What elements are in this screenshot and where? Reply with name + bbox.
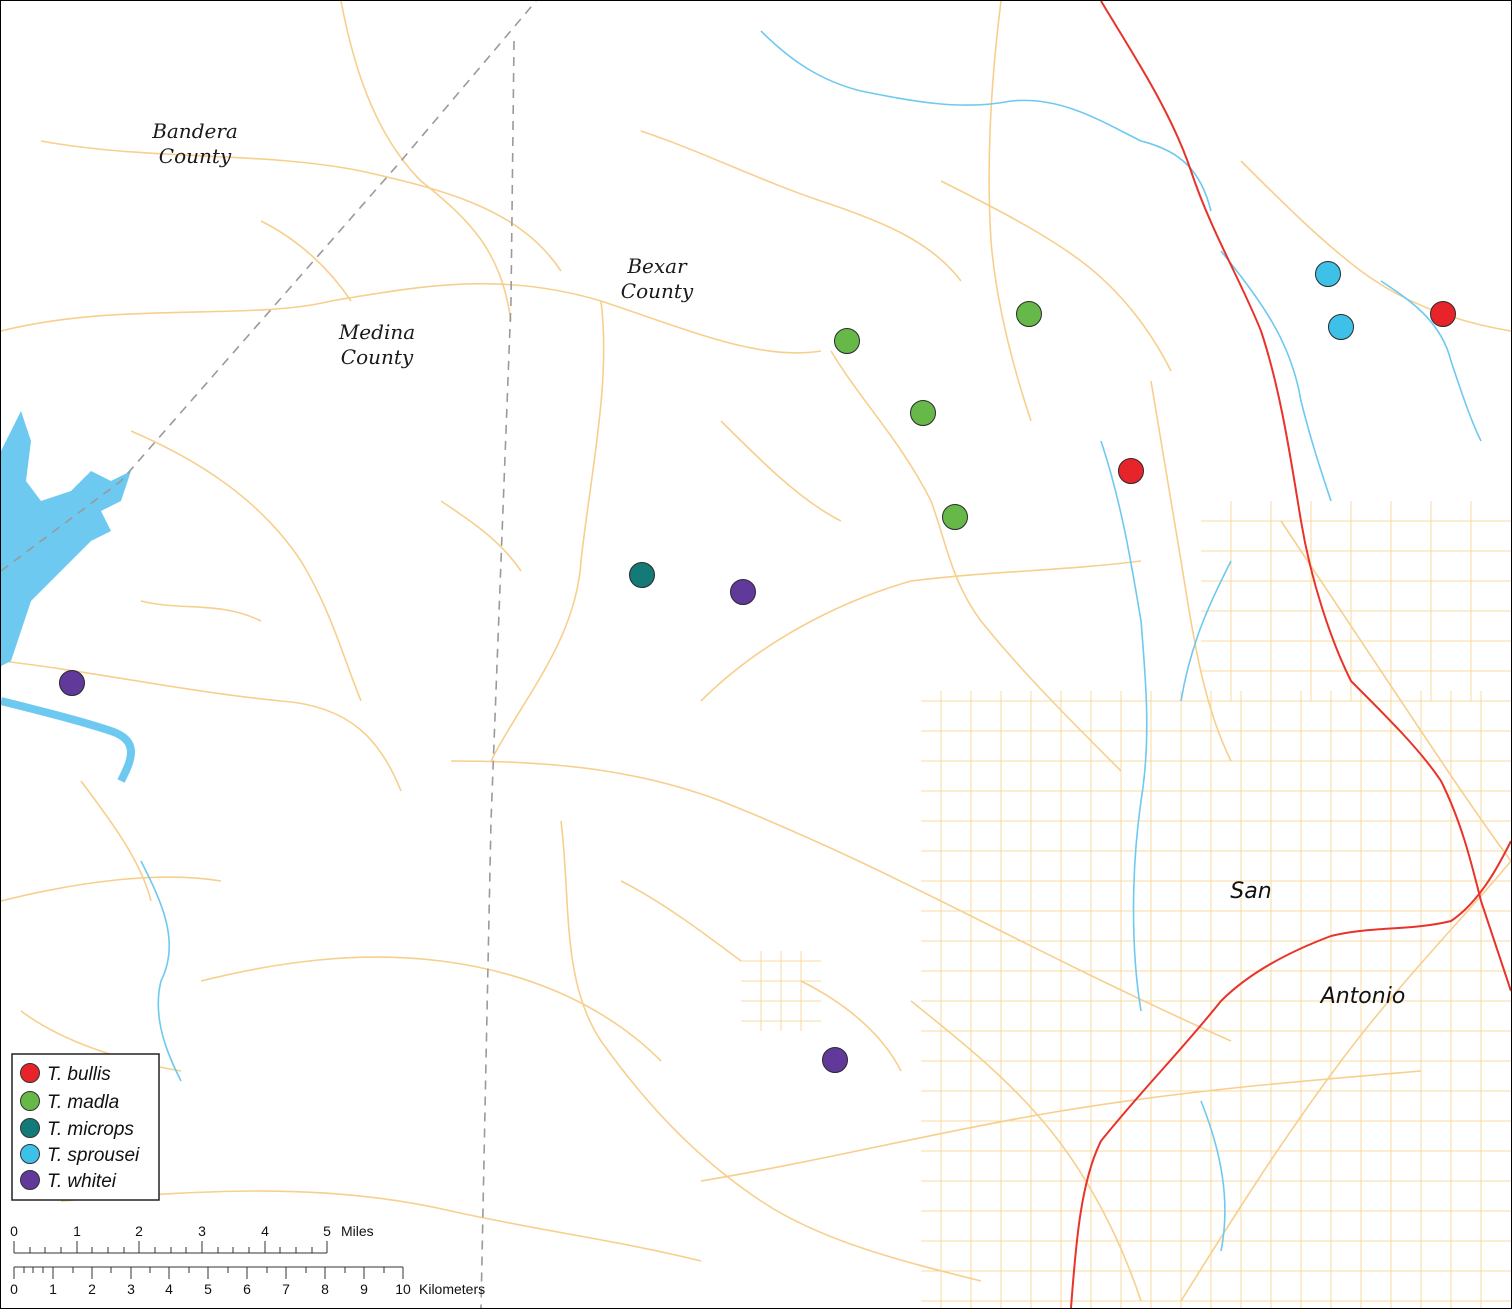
- svg-text:6: 6: [243, 1281, 251, 1297]
- label-bexar-county: Bexar County: [621, 254, 694, 303]
- svg-text:3: 3: [127, 1281, 135, 1297]
- svg-text:9: 9: [360, 1281, 368, 1297]
- red-dot-icon: [20, 1063, 40, 1083]
- scale-bar: [13, 1241, 404, 1279]
- label-bandera-county: Bandera County: [151, 119, 238, 168]
- svg-text:T. whitei: T. whitei: [47, 1171, 117, 1192]
- svg-text:0: 0: [10, 1223, 18, 1239]
- map-canvas: Bandera County Medina County Bexar Count…: [1, 1, 1511, 1308]
- svg-text:5: 5: [323, 1223, 331, 1239]
- marker-t-bullis[interactable]: [1118, 458, 1144, 484]
- species-markers: [59, 261, 1456, 1073]
- scale-bar-km-labels: 0 1 2 3 4 5 6 7 8 9 10 Kilometers: [10, 1281, 485, 1297]
- label-san: San: [1230, 879, 1271, 904]
- cyan-dot-icon: [20, 1144, 40, 1164]
- label-antonio: Antonio: [1319, 984, 1406, 1009]
- marker-t-whitei[interactable]: [822, 1047, 848, 1073]
- marker-t-madla[interactable]: [910, 400, 936, 426]
- svg-text:2: 2: [88, 1281, 96, 1297]
- svg-text:Medina: Medina: [338, 320, 415, 344]
- svg-text:Kilometers: Kilometers: [419, 1281, 485, 1297]
- lake-outflow: [1, 697, 135, 783]
- svg-text:Bexar: Bexar: [626, 254, 688, 278]
- svg-text:County: County: [159, 144, 232, 168]
- svg-text:County: County: [341, 345, 414, 369]
- svg-text:Bandera: Bandera: [151, 119, 238, 143]
- teal-dot-icon: [20, 1118, 40, 1138]
- svg-text:10: 10: [395, 1281, 411, 1297]
- map: Bandera County Medina County Bexar Count…: [0, 0, 1512, 1309]
- svg-text:1: 1: [73, 1223, 81, 1239]
- svg-text:T. microps: T. microps: [47, 1119, 134, 1140]
- scale-bar-miles-labels: 0 1 2 3 4 5 Miles: [10, 1223, 374, 1239]
- marker-t-sprousei[interactable]: [1328, 314, 1354, 340]
- svg-text:T. bullis: T. bullis: [47, 1064, 111, 1085]
- svg-text:County: County: [621, 279, 694, 303]
- svg-text:T. sprousei: T. sprousei: [47, 1145, 140, 1166]
- svg-text:4: 4: [261, 1223, 269, 1239]
- svg-text:T. madla: T. madla: [47, 1092, 119, 1113]
- svg-text:0: 0: [10, 1281, 18, 1297]
- marker-t-microps[interactable]: [629, 562, 655, 588]
- legend: T. bullis T. madla T. microps T. sprouse…: [11, 1053, 160, 1201]
- svg-text:2: 2: [135, 1223, 143, 1239]
- svg-text:8: 8: [321, 1281, 329, 1297]
- road-network: [1, 1, 1511, 1302]
- lake-shape: [1, 411, 131, 666]
- svg-text:5: 5: [204, 1281, 212, 1297]
- green-dot-icon: [20, 1091, 40, 1111]
- highways: [1070, 1, 1511, 1308]
- marker-t-madla[interactable]: [1016, 301, 1042, 327]
- svg-text:3: 3: [198, 1223, 206, 1239]
- label-medina-county: Medina County: [338, 320, 415, 369]
- marker-t-sprousei[interactable]: [1315, 261, 1341, 287]
- svg-text:7: 7: [282, 1281, 290, 1297]
- marker-t-whitei[interactable]: [59, 670, 85, 696]
- marker-t-madla[interactable]: [834, 328, 860, 354]
- marker-t-bullis[interactable]: [1430, 301, 1456, 327]
- svg-text:Miles: Miles: [341, 1223, 374, 1239]
- marker-t-whitei[interactable]: [730, 579, 756, 605]
- svg-text:1: 1: [49, 1281, 57, 1297]
- purple-dot-icon: [20, 1170, 40, 1190]
- urban-grid: [741, 501, 1511, 1308]
- svg-text:4: 4: [165, 1281, 173, 1297]
- marker-t-madla[interactable]: [942, 504, 968, 530]
- legend-item-t-bullis: T. bullis: [20, 1063, 111, 1085]
